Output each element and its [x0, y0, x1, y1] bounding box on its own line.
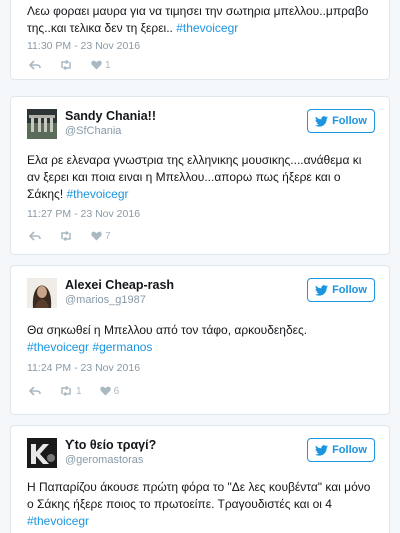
like-button[interactable]: 7 [91, 231, 111, 242]
reply-button[interactable] [29, 231, 41, 241]
tweet-text-line: Σάκης! #thevoicegr [27, 186, 375, 203]
like-button[interactable]: 1 [91, 60, 111, 71]
tweet-card: Sandy Chania!! @SfChania Follow Ελα ρε ε… [10, 96, 390, 255]
twitter-bird-icon [315, 444, 329, 456]
tweet-text-plain: Σάκης! [27, 187, 67, 201]
tweet-date[interactable]: 11:30 PM - 23 Nov 2016 [27, 40, 140, 52]
tweet-text-line: Θα σηκωθεί η Μπελλου από τον τάφο, αρκου… [27, 323, 308, 337]
twitter-bird-icon [315, 115, 329, 127]
tweet-header: ϒto θείο τραγί? @geromastoras Follow [27, 438, 375, 470]
tweet-card: Λεω φοραει μαυρα για να τιμησει την σωτη… [10, 0, 390, 80]
user-names[interactable]: ϒto θείο τραγί? @geromastoras [65, 438, 156, 467]
hashtag-link[interactable]: #thevoicegr [66, 187, 128, 201]
avatar[interactable] [27, 109, 57, 139]
reply-icon [29, 386, 41, 396]
retweet-icon [61, 231, 71, 241]
user-handle[interactable]: @geromastoras [65, 453, 156, 467]
avatar[interactable] [27, 438, 57, 468]
tweet-text-plain: της..και τελικα δεν τη ξερει.. [27, 21, 177, 35]
tweet-text-line: Λεω φοραει μαυρα για να τιμησει την σωτη… [27, 4, 369, 18]
tweet-text-line: ο Σάκης ήξερε ποιος το πρωτοείπε. Τραγου… [27, 497, 332, 511]
tweet-date[interactable]: 11:27 PM - 23 Nov 2016 [27, 208, 140, 220]
user-names[interactable]: Sandy Chania!! @SfChania [65, 109, 156, 138]
tweet-text-line: αν ξερει και ποια ειναι η Μπελλου...απορ… [27, 170, 341, 184]
tweet-text-line: #thevoicegr #germanos [27, 339, 375, 356]
tweet-card: ϒto θείο τραγί? @geromastoras Follow Η Π… [10, 425, 390, 533]
tweet-text: Θα σηκωθεί η Μπελλου από τον τάφο, αρκου… [27, 322, 375, 356]
follow-label: Follow [332, 284, 367, 296]
tweet-text: Η Παπαρίζου άκουσε πρώτη φόρα το "Δε λες… [27, 479, 375, 530]
like-count: 1 [105, 59, 111, 71]
user-handle[interactable]: @SfChania [65, 124, 156, 138]
tweet-text: Ελα ρε ελεναρα γνωστρια της ελληνικης μο… [27, 152, 375, 203]
follow-button[interactable]: Follow [307, 278, 375, 302]
like-icon [99, 386, 111, 396]
like-button[interactable]: 6 [99, 385, 120, 397]
retweet-count: 1 [76, 385, 82, 397]
tweet-header: Sandy Chania!! @SfChania Follow [27, 109, 375, 141]
tweet-actions: 7 [29, 229, 129, 243]
follow-button[interactable]: Follow [307, 438, 375, 462]
reply-button[interactable] [29, 60, 41, 70]
reply-button[interactable] [29, 386, 41, 396]
follow-label: Follow [332, 444, 367, 456]
user-names[interactable]: Alexei Cheap-rash @marios_g1987 [65, 278, 174, 307]
tweet-actions: 1 [29, 58, 129, 72]
retweet-icon [61, 60, 71, 70]
retweet-button[interactable]: 1 [59, 386, 82, 397]
follow-label: Follow [332, 115, 367, 127]
hashtag-link[interactable]: #thevoicegr [27, 340, 89, 354]
tweet-date[interactable]: 11:24 PM - 23 Nov 2016 [27, 362, 140, 374]
like-count: 6 [113, 385, 120, 397]
user-handle[interactable]: @marios_g1987 [65, 293, 174, 307]
tweet-header: Alexei Cheap-rash @marios_g1987 Follow [27, 278, 375, 310]
hashtag-link[interactable]: #germanos [92, 340, 152, 354]
like-icon [91, 231, 102, 241]
reply-icon [29, 231, 41, 241]
tweet-text-line: Η Παπαρίζου άκουσε πρώτη φόρα το "Δε λες… [27, 480, 371, 494]
like-icon [91, 60, 102, 70]
tweet-text-line: της..και τελικα δεν τη ξερει.. #thevoice… [27, 20, 375, 37]
display-name[interactable]: ϒto θείο τραγί? [65, 438, 156, 453]
tweet-card: Alexei Cheap-rash @marios_g1987 Follow Θ… [10, 265, 390, 415]
avatar[interactable] [27, 278, 57, 308]
twitter-bird-icon [315, 284, 329, 296]
tweet-text: Λεω φοραει μαυρα για να τιμησει την σωτη… [27, 3, 375, 37]
reply-icon [29, 60, 41, 70]
display-name[interactable]: Sandy Chania!! [65, 109, 156, 124]
display-name[interactable]: Alexei Cheap-rash [65, 278, 174, 293]
hashtag-link[interactable]: #thevoicegr [176, 21, 238, 35]
tweet-text-line: Ελα ρε ελεναρα γνωστρια της ελληνικης μο… [27, 153, 362, 167]
follow-button[interactable]: Follow [307, 109, 375, 133]
tweet-actions: 1 6 [29, 384, 137, 398]
retweet-icon [61, 386, 71, 396]
hashtag-link[interactable]: #thevoicegr [27, 514, 89, 528]
tweet-text-line: #thevoicegr [27, 513, 375, 530]
retweet-button[interactable] [59, 231, 73, 241]
retweet-button[interactable] [59, 60, 73, 70]
like-count: 7 [105, 230, 111, 242]
